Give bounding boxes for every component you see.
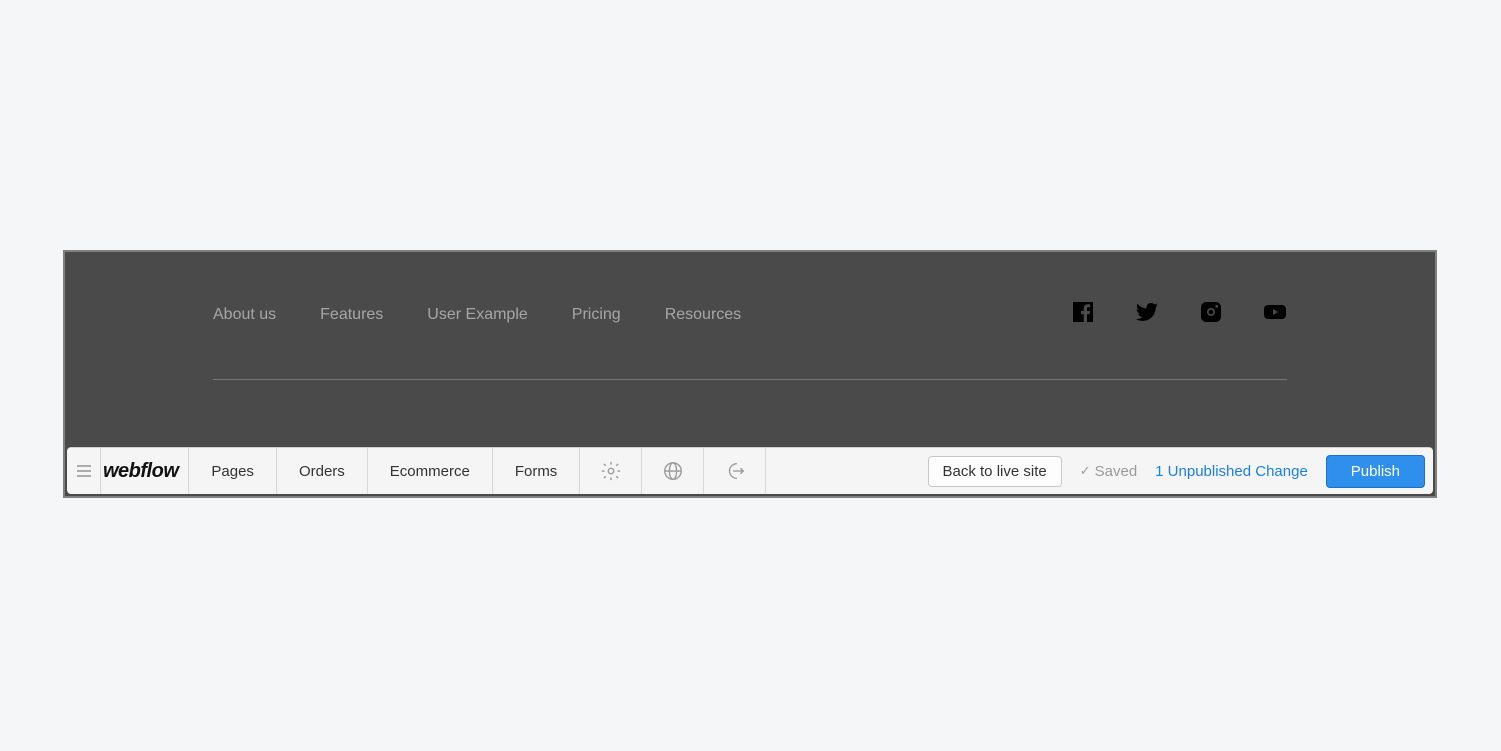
footer-link-resources[interactable]: Resources xyxy=(665,306,741,324)
globe-icon[interactable] xyxy=(642,448,704,494)
youtube-icon[interactable] xyxy=(1263,300,1287,329)
webflow-logo-text: webflow xyxy=(103,460,178,483)
gear-icon[interactable] xyxy=(580,448,642,494)
tab-pages[interactable]: Pages xyxy=(189,448,277,494)
publish-button[interactable]: Publish xyxy=(1326,455,1425,488)
tab-orders[interactable]: Orders xyxy=(277,448,368,494)
unpublished-changes-link[interactable]: 1 Unpublished Change xyxy=(1155,463,1308,480)
saved-status: Saved xyxy=(1080,463,1137,480)
menu-icon[interactable] xyxy=(67,448,101,494)
tab-ecommerce[interactable]: Ecommerce xyxy=(368,448,493,494)
social-links xyxy=(1071,300,1287,329)
tab-forms[interactable]: Forms xyxy=(493,448,581,494)
logout-icon[interactable] xyxy=(704,448,766,494)
footer-link-features[interactable]: Features xyxy=(320,306,383,324)
back-to-live-button[interactable]: Back to live site xyxy=(928,456,1062,487)
site-footer: About us Features User Example Pricing R… xyxy=(65,252,1435,449)
instagram-icon[interactable] xyxy=(1199,300,1223,329)
footer-link-about[interactable]: About us xyxy=(213,306,276,324)
footer-link-user-example[interactable]: User Example xyxy=(427,306,527,324)
footer-link-pricing[interactable]: Pricing xyxy=(572,306,621,324)
twitter-icon[interactable] xyxy=(1135,300,1159,329)
editor-bar: webflow Pages Orders Ecommerce Forms Bac… xyxy=(67,447,1433,494)
editor-bar-right: Back to live site Saved 1 Unpublished Ch… xyxy=(920,448,1434,494)
footer-nav: About us Features User Example Pricing R… xyxy=(213,306,741,324)
facebook-icon[interactable] xyxy=(1071,300,1095,329)
webflow-logo: webflow xyxy=(101,448,189,494)
footer-row: About us Features User Example Pricing R… xyxy=(213,300,1287,380)
app-frame: About us Features User Example Pricing R… xyxy=(63,250,1437,498)
editor-bar-left: webflow Pages Orders Ecommerce Forms xyxy=(67,448,766,494)
